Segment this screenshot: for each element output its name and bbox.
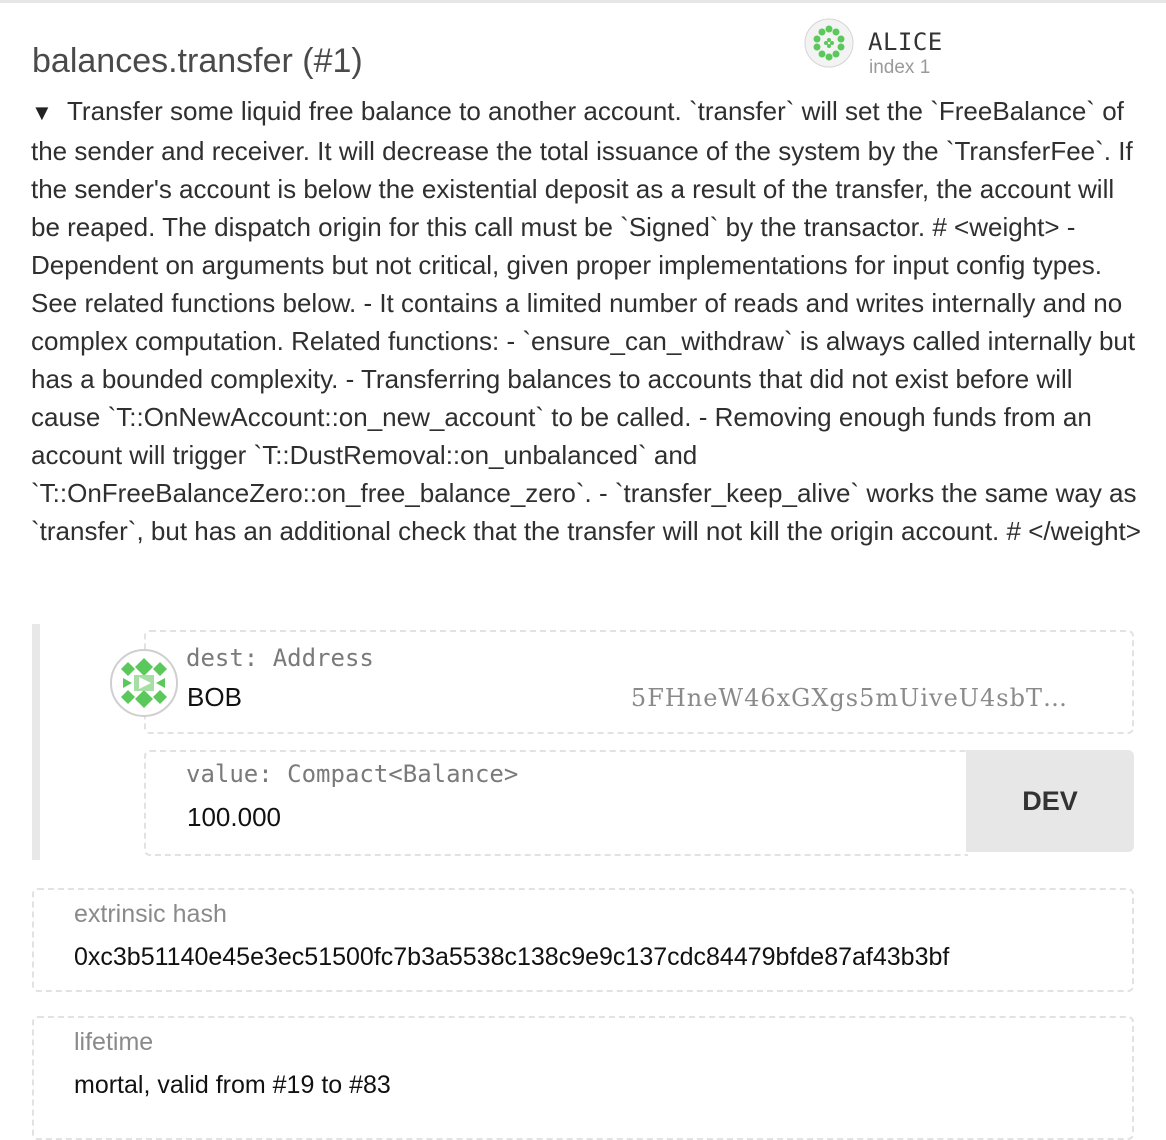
dest-identicon-icon bbox=[110, 649, 178, 717]
signer-identicon-icon bbox=[804, 18, 854, 68]
signer-name: ALICE bbox=[868, 28, 943, 56]
extrinsic-hash-label: extrinsic hash bbox=[74, 900, 227, 928]
value-label: value: Compact<Balance> bbox=[186, 760, 519, 788]
value-param: value: Compact<Balance> 100.000 bbox=[144, 750, 968, 856]
lifetime-value: mortal, valid from #19 to #83 bbox=[74, 1071, 391, 1099]
lifetime-label: lifetime bbox=[74, 1028, 154, 1056]
call-documentation: ▼ Transfer some liquid free balance to an… bbox=[31, 92, 1141, 550]
extrinsic-hash-value: 0xc3b51140e45e3ec51500fc7b3a5538c138c9e9… bbox=[74, 943, 950, 971]
signer-index: index 1 bbox=[869, 57, 931, 78]
value-unit-badge: DEV bbox=[966, 750, 1134, 852]
collapse-toggle-icon[interactable]: ▼ bbox=[31, 94, 67, 132]
value-amount: 100.000 bbox=[187, 802, 281, 832]
dest-address: 5FHneW46xGXgs5mUiveU4sbT… bbox=[630, 684, 1068, 712]
dest-account-name: BOB bbox=[187, 682, 242, 712]
dest-param: dest: Address BOB 5FHneW46xGXgs5mUiveU4s… bbox=[144, 630, 1134, 734]
top-divider bbox=[0, 0, 1166, 3]
extrinsic-hash-field: extrinsic hash 0xc3b51140e45e3ec51500fc7… bbox=[32, 888, 1134, 992]
lifetime-field: lifetime mortal, valid from #19 to #83 bbox=[32, 1016, 1134, 1140]
dest-label: dest: Address bbox=[186, 644, 374, 672]
signer-account: ALICE index 1 bbox=[804, 16, 1044, 80]
call-title: balances.transfer (#1) bbox=[32, 42, 363, 80]
documentation-text: Transfer some liquid free balance to ano… bbox=[31, 96, 1141, 546]
